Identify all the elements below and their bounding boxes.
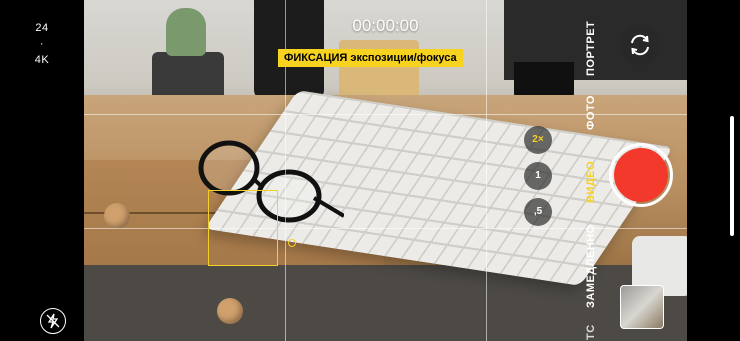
- mode-portrait[interactable]: ПОРТРЕТ: [585, 21, 597, 76]
- mode-timelapse[interactable]: ТС: [585, 324, 597, 340]
- exposure-dot[interactable]: [288, 239, 296, 247]
- record-button-fill[interactable]: [614, 148, 668, 202]
- scene-drawer-knob: [217, 298, 243, 324]
- camera-switch-icon[interactable]: [620, 25, 660, 65]
- mode-photo[interactable]: ФОТО: [585, 95, 597, 130]
- mode-video[interactable]: ВИДЕО: [585, 161, 597, 203]
- format-separator: ·: [39, 38, 45, 50]
- zoom-1x-button[interactable]: 1: [524, 162, 552, 190]
- frame-rate[interactable]: 24: [0, 22, 84, 34]
- resolution[interactable]: 4K: [0, 54, 84, 66]
- camera-screen: 24 · 4K 00:00:00 ФИКСАЦИЯ экспозиции/фок…: [0, 0, 740, 341]
- left-status-bar: 24 · 4K: [0, 0, 84, 341]
- focus-square: [208, 190, 278, 266]
- mode-slow-motion[interactable]: ЗАМЕДЛЕННО: [585, 224, 597, 308]
- ae-af-lock-badge: ФИКСАЦИЯ экспозиции/фокуса: [278, 49, 463, 67]
- zoom-05x-button[interactable]: ,5: [524, 198, 552, 226]
- flash-off-icon[interactable]: [40, 308, 66, 334]
- scene-drawer-knob: [104, 203, 130, 229]
- side-indicator: [730, 116, 734, 236]
- zoom-2x-button[interactable]: 2×: [524, 126, 552, 154]
- last-capture-thumbnail[interactable]: [620, 285, 664, 329]
- grid-line: [486, 0, 487, 341]
